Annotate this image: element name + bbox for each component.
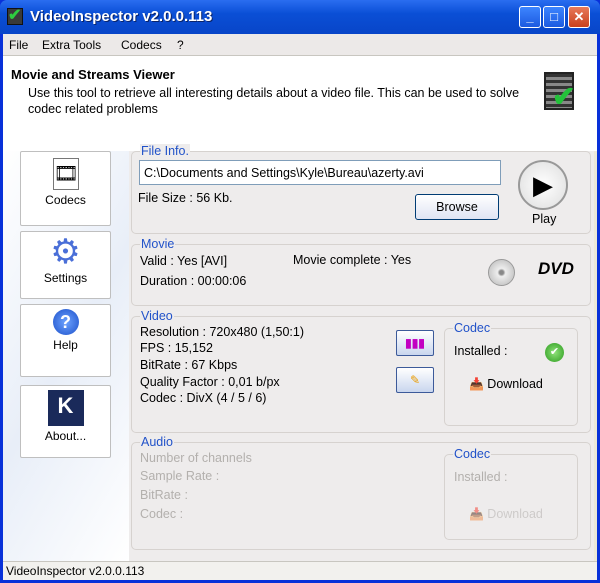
menu-help[interactable]: ?: [177, 38, 184, 52]
browse-button[interactable]: Browse: [415, 194, 499, 220]
sidebar-item-label: Help: [53, 338, 78, 352]
sidebar-item-about[interactable]: K About...: [20, 385, 111, 458]
group-label: File Info.: [140, 144, 190, 158]
file-path-input[interactable]: [139, 160, 501, 185]
title-bar[interactable]: ✔ VideoInspector v2.0.0.113 _ □ ✕: [0, 0, 600, 34]
page-description: Use this tool to retrieve all interestin…: [28, 86, 520, 116]
video-resolution: Resolution : 720x480 (1,50:1): [140, 325, 304, 339]
close-button[interactable]: ✕: [568, 6, 590, 28]
audio-channels: Number of channels: [140, 451, 252, 465]
page-title: Movie and Streams Viewer: [11, 67, 175, 82]
main-panel: File Info. File Size : 56 Kb. Browse ▶ P…: [129, 144, 594, 561]
menu-bar: File Extra Tools Codecs ?: [3, 34, 597, 56]
gear-icon: ⚙: [50, 233, 81, 271]
group-label: Movie: [140, 237, 176, 251]
bar-chart-icon: ▮▮▮: [405, 336, 425, 350]
app-icon: ✔: [7, 7, 23, 25]
audio-download-button[interactable]: 📥 Download: [469, 507, 543, 521]
codecs-icon: 🎞: [52, 158, 79, 190]
dvd-logo: DVD: [538, 259, 574, 278]
sidebar-item-help[interactable]: ? Help: [20, 304, 111, 377]
sidebar-item-codecs[interactable]: 🎞 Codecs: [20, 151, 111, 226]
disc-icon: [488, 259, 515, 286]
menu-file[interactable]: File: [9, 38, 28, 52]
movie-group: Movie Valid : Yes [AVI] Duration : 00:00…: [131, 237, 591, 306]
video-bitrate: BitRate : 67 Kbps: [140, 358, 238, 372]
sidebar-item-label: About...: [44, 429, 87, 443]
window-title: VideoInspector v2.0.0.113: [30, 8, 213, 25]
audio-codec-group: Codec Installed : 📥 Download: [444, 447, 578, 540]
download-label: Download: [487, 377, 543, 391]
file-info-group: File Info. File Size : 56 Kb. Browse ▶ P…: [131, 144, 591, 234]
movie-duration: Duration : 00:00:06: [140, 274, 247, 288]
video-quality: Quality Factor : 0,01 b/px: [140, 375, 280, 389]
maximize-button[interactable]: □: [543, 6, 565, 28]
audio-sample-rate: Sample Rate :: [140, 469, 220, 483]
menu-extra-tools[interactable]: Extra Tools: [42, 38, 101, 52]
sidebar-item-settings[interactable]: ⚙ Settings: [20, 231, 111, 299]
installed-check-icon: ✔: [545, 343, 564, 362]
video-codec-group: Codec Installed : ✔ 📥 Download: [444, 321, 578, 426]
help-icon: ?: [52, 309, 79, 335]
sidebar: 🎞 Codecs ⚙ Settings ? Help K About...: [3, 151, 129, 561]
codec-installed-label: Installed :: [454, 470, 508, 484]
codec-installed-label: Installed :: [454, 344, 508, 358]
movie-valid: Valid : Yes [AVI]: [140, 254, 228, 268]
minimize-button[interactable]: _: [519, 6, 541, 28]
window-body: File Extra Tools Codecs ? Movie and Stre…: [3, 34, 597, 580]
sidebar-item-label: Settings: [43, 271, 88, 285]
edit-button[interactable]: ✎: [396, 367, 434, 393]
group-label: Audio: [140, 435, 174, 449]
group-label: Codec: [453, 447, 492, 461]
pencil-icon: ✎: [409, 373, 421, 387]
about-icon: K: [47, 390, 84, 426]
menu-codecs[interactable]: Codecs: [121, 38, 162, 52]
video-fps: FPS : 15,152: [140, 341, 213, 355]
download-label: Download: [487, 507, 543, 521]
download-button[interactable]: 📥 Download: [469, 377, 543, 391]
header-panel: Movie and Streams Viewer Use this tool t…: [3, 56, 597, 151]
status-bar: VideoInspector v2.0.0.113: [3, 561, 597, 580]
sidebar-item-label: Codecs: [45, 193, 86, 207]
play-button[interactable]: ▶: [518, 160, 568, 210]
video-codec: Codec : DivX (4 / 5 / 6): [140, 391, 267, 405]
download-icon: 📥: [469, 507, 484, 521]
audio-codec: Codec :: [140, 507, 184, 521]
stats-button[interactable]: ▮▮▮: [396, 330, 434, 356]
film-check-icon: ✔: [544, 72, 575, 112]
play-icon: ▶: [533, 170, 553, 200]
audio-group: Audio Number of channels Sample Rate : B…: [131, 435, 591, 550]
group-label: Video: [140, 309, 174, 323]
file-size: File Size : 56 Kb.: [138, 191, 233, 205]
movie-complete: Movie complete : Yes: [293, 253, 412, 267]
audio-bitrate: BitRate :: [140, 488, 188, 502]
group-label: Codec: [453, 321, 492, 335]
download-icon: 📥: [469, 377, 484, 391]
play-label: Play: [532, 212, 557, 226]
video-group: Video Resolution : 720x480 (1,50:1) FPS …: [131, 309, 591, 433]
